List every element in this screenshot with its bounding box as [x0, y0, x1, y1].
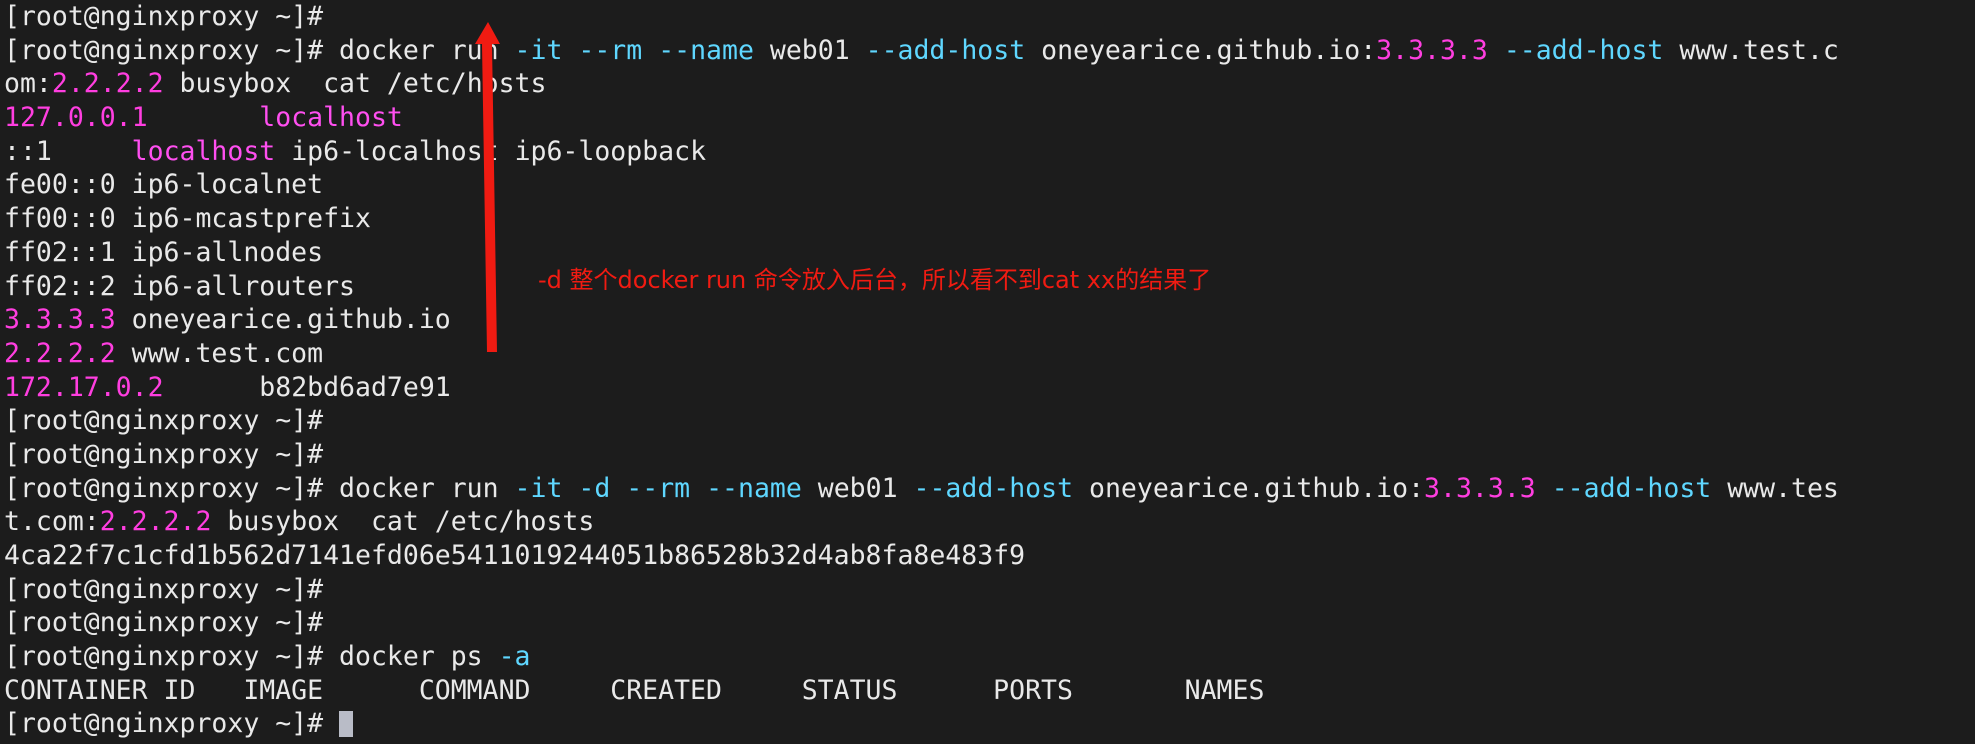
ip-address-1: 3.3.3.3	[1376, 34, 1488, 66]
hosts-hostname: localhost	[259, 102, 403, 134]
ip-address-2: 2.2.2.2	[99, 506, 212, 538]
terminal-line-prompt-5: [root@nginxproxy ~]#	[4, 606, 1975, 640]
shell-prompt: [root@nginxproxy ~]#	[4, 438, 324, 470]
shell-prompt: [root@nginxproxy ~]#	[4, 472, 340, 504]
terminal-line-prompt-3: [root@nginxproxy ~]#	[4, 438, 1975, 472]
hosts-entry-github: 3.3.3.3 oneyearice.github.io	[4, 303, 1975, 337]
hosts-aliases: ip6-localhost ip6-loopback	[275, 135, 707, 167]
hosts-ip: 127.0.0.1	[4, 102, 148, 134]
terminal-window[interactable]: [root@nginxproxy ~]# [root@nginxproxy ~]…	[0, 0, 1975, 744]
terminal-line-command-2-wrap: t.com:2.2.2.2 busybox cat /etc/hosts	[4, 505, 1975, 539]
annotation-label: -d 整个docker run 命令放入后台，所以看不到cat xx的结果了	[538, 266, 1212, 294]
flag-add-host-1: --add-host	[865, 34, 1026, 66]
hosts-ip: 2.2.2.2	[4, 337, 116, 369]
command-text: docker ps	[339, 641, 499, 673]
terminal-line-prompt-2: [root@nginxproxy ~]#	[4, 404, 1975, 438]
command-tail: busybox cat /etc/hosts	[211, 506, 595, 538]
hosts-hostname: oneyearice.github.io	[115, 304, 451, 336]
docker-ps-table-header: CONTAINER ID IMAGE COMMAND CREATED STATU…	[4, 674, 1975, 708]
flag-add-host-2: --add-host	[1551, 472, 1712, 504]
hosts-ip: 3.3.3.3	[4, 304, 116, 336]
shell-prompt: [root@nginxproxy ~]#	[4, 607, 324, 639]
hostname-2: www.test.c	[1663, 34, 1839, 66]
container-id-hash: 4ca22f7c1cfd1b562d7141efd06e541101924405…	[4, 540, 1026, 571]
terminal-line-command-2: [root@nginxproxy ~]# docker run -it -d -…	[4, 472, 1975, 506]
flag-name: --name	[706, 472, 802, 504]
hosts-hostname: b82bd6ad7e91	[259, 371, 451, 403]
hosts-ip: 172.17.0.2	[4, 371, 164, 403]
ip-address-1: 3.3.3.3	[1424, 472, 1536, 504]
hostname-1: oneyearice.github.io:	[1073, 472, 1425, 504]
hosts-entry-localhost-v4: 127.0.0.1 localhost	[4, 101, 1975, 135]
hosts-row-text: fe00::0 ip6-localnet	[4, 169, 324, 201]
flag-it: -it	[514, 34, 563, 66]
hosts-hostname: www.test.com	[115, 337, 324, 369]
terminal-line-command-3: [root@nginxproxy ~]# docker ps -a	[4, 640, 1975, 674]
hosts-entry-ip6-mcastprefix: ff00::0 ip6-mcastprefix	[4, 202, 1975, 236]
table-column-headers: CONTAINER ID IMAGE COMMAND CREATED STATU…	[4, 674, 1265, 706]
hosts-entry-container: 172.17.0.2 b82bd6ad7e91	[4, 371, 1975, 405]
container-name-value: web01	[801, 472, 914, 504]
flag-add-host-2: --add-host	[1503, 34, 1664, 66]
terminal-line-command-1-wrap: om:2.2.2.2 busybox cat /etc/hosts	[4, 67, 1975, 101]
shell-prompt: [root@nginxproxy ~]#	[4, 708, 340, 740]
ip-address-2: 2.2.2.2	[51, 68, 164, 100]
shell-prompt: [root@nginxproxy ~]#	[4, 1, 324, 32]
command-text: docker run	[339, 34, 515, 66]
flag-d: -d	[578, 472, 611, 504]
container-name-value: web01	[753, 34, 866, 66]
terminal-line-prompt-partial: [root@nginxproxy ~]#	[4, 0, 1975, 34]
flag-rm: --rm	[626, 472, 691, 504]
hostname-2-wrap: t.com:	[4, 506, 100, 538]
hostname-2-wrap: om:	[4, 68, 52, 100]
text-cursor	[339, 711, 354, 738]
hosts-entry-localhost-v6: ::1 localhost ip6-localhost ip6-loopback	[4, 135, 1975, 169]
flag-it: -it	[514, 472, 563, 504]
flag-a: -a	[498, 641, 531, 673]
command-tail: busybox cat /etc/hosts	[163, 68, 547, 100]
terminal-line-prompt-current[interactable]: [root@nginxproxy ~]#	[4, 707, 1975, 741]
shell-prompt: [root@nginxproxy ~]#	[4, 405, 324, 437]
shell-prompt: [root@nginxproxy ~]#	[4, 34, 340, 66]
flag-name: --name	[658, 34, 754, 66]
container-id-output: 4ca22f7c1cfd1b562d7141efd06e541101924405…	[4, 539, 1975, 573]
hosts-row-text: ff00::0 ip6-mcastprefix	[4, 203, 371, 235]
shell-prompt: [root@nginxproxy ~]#	[4, 573, 324, 605]
command-text: docker run	[339, 472, 515, 504]
hosts-entry-testcom: 2.2.2.2 www.test.com	[4, 337, 1975, 371]
hosts-hostname: localhost	[131, 135, 276, 167]
shell-prompt: [root@nginxproxy ~]#	[4, 641, 340, 673]
hostname-2: www.tes	[1711, 472, 1839, 504]
flag-add-host-1: --add-host	[913, 472, 1074, 504]
hostname-1: oneyearice.github.io:	[1025, 34, 1377, 66]
hosts-ip: ::1	[4, 135, 52, 167]
hosts-row-text: ff02::2 ip6-allrouters	[4, 270, 355, 302]
terminal-line-command-1: [root@nginxproxy ~]# docker run -it --rm…	[4, 34, 1975, 68]
hosts-row-text: ff02::1 ip6-allnodes	[4, 236, 324, 268]
terminal-line-prompt-4: [root@nginxproxy ~]#	[4, 573, 1975, 607]
flag-rm: --rm	[578, 34, 643, 66]
hosts-entry-ip6-localnet: fe00::0 ip6-localnet	[4, 168, 1975, 202]
